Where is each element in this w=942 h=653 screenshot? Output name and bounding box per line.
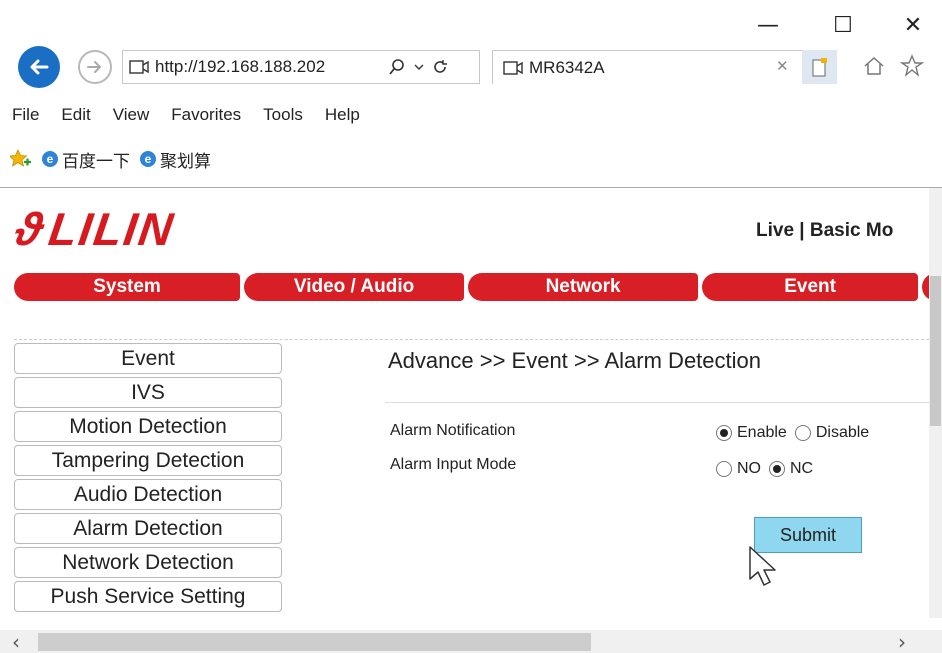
forward-arrow-icon xyxy=(87,61,101,73)
close-window-button[interactable]: ✕ xyxy=(893,10,933,40)
maximize-button[interactable]: ☐ xyxy=(823,10,863,40)
ie-icon: e xyxy=(140,151,156,167)
sidebar-item-alarm-detection[interactable]: Alarm Detection xyxy=(14,513,282,544)
favorites-star-icon[interactable] xyxy=(899,54,925,83)
lilin-logo: ϑLILIN xyxy=(12,203,178,255)
tab-video-audio[interactable]: Video / Audio xyxy=(244,273,465,301)
search-icon[interactable] xyxy=(388,58,406,76)
horizontal-scrollbar[interactable]: ‹ › xyxy=(0,630,942,653)
sidebar-item-push-service-setting[interactable]: Push Service Setting xyxy=(14,581,282,612)
sidebar-item-ivs[interactable]: IVS xyxy=(14,377,282,408)
vertical-scroll-thumb[interactable] xyxy=(930,276,941,426)
tab-network[interactable]: Network xyxy=(468,273,699,301)
alarm-notification-enable-label: Enable xyxy=(737,424,787,441)
ie-icon: e xyxy=(42,151,58,167)
menu-edit[interactable]: Edit xyxy=(61,105,90,125)
menu-tools[interactable]: Tools xyxy=(263,105,303,125)
vertical-scrollbar[interactable] xyxy=(929,188,942,618)
browser-tab[interactable]: MR6342A ✕ xyxy=(492,50,837,84)
favorite-link-baidu[interactable]: 百度一下 xyxy=(62,147,130,172)
dropdown-chevron-icon[interactable] xyxy=(414,63,424,71)
alarm-input-mode-no-label: NO xyxy=(737,460,761,477)
favorites-add-icon[interactable] xyxy=(10,149,32,169)
refresh-icon[interactable] xyxy=(432,59,448,75)
logo-mark-icon: ϑ xyxy=(12,203,49,255)
mouse-cursor-icon xyxy=(748,545,782,594)
back-button[interactable] xyxy=(18,46,60,88)
main-tabs: System Video / Audio Network Event xyxy=(14,273,942,301)
menu-file[interactable]: File xyxy=(12,105,39,125)
section-divider xyxy=(14,339,929,340)
alarm-notification-disable-radio[interactable] xyxy=(794,425,811,441)
alarm-input-mode-nc-label: NC xyxy=(790,460,814,477)
alarm-input-mode-radio-group: NO NC xyxy=(716,460,813,478)
alarm-input-mode-nc-radio[interactable] xyxy=(769,461,785,477)
sidebar-item-audio-detection[interactable]: Audio Detection xyxy=(14,479,282,510)
alarm-notification-enable-radio[interactable] xyxy=(716,425,732,441)
tab-event[interactable]: Event xyxy=(702,273,919,301)
tab-title: MR6342A xyxy=(529,57,605,77)
alarm-notification-radio-group: Enable Disable xyxy=(716,424,869,442)
address-url[interactable]: http://192.168.188.202 xyxy=(155,57,380,77)
tab-page-icon xyxy=(503,60,523,75)
home-icon[interactable] xyxy=(862,54,886,83)
top-links[interactable]: Live | Basic Mo xyxy=(756,220,893,242)
forward-button[interactable] xyxy=(78,50,112,84)
tab-system[interactable]: System xyxy=(14,273,241,301)
address-bar[interactable]: http://192.168.188.202 xyxy=(122,50,480,84)
minimize-button[interactable]: — xyxy=(748,10,788,40)
scroll-left-arrow-icon[interactable]: ‹ xyxy=(12,630,20,653)
alarm-input-mode-label: Alarm Input Mode xyxy=(390,456,517,473)
sidebar-item-motion-detection[interactable]: Motion Detection xyxy=(14,411,282,442)
scroll-right-arrow-icon[interactable]: › xyxy=(898,630,906,653)
tab-close-icon[interactable]: ✕ xyxy=(776,57,789,75)
menu-view[interactable]: View xyxy=(113,105,150,125)
sidebar-item-event[interactable]: Event xyxy=(14,343,282,374)
horizontal-scroll-thumb[interactable] xyxy=(38,633,591,651)
browser-window: — ☐ ✕ http://192.168.188.202 MR6342A ✕ F… xyxy=(0,0,942,653)
new-tab-button[interactable] xyxy=(802,50,837,84)
alarm-notification-disable-label: Disable xyxy=(815,424,870,441)
breadcrumb-divider xyxy=(385,402,930,403)
new-tab-icon xyxy=(812,58,827,77)
page-icon xyxy=(129,60,149,74)
back-arrow-icon xyxy=(30,59,49,75)
alarm-notification-label: Alarm Notification xyxy=(390,422,516,439)
sidebar-item-tampering-detection[interactable]: Tampering Detection xyxy=(14,445,282,476)
alarm-input-mode-no-radio[interactable] xyxy=(716,461,732,477)
sidebar-item-network-detection[interactable]: Network Detection xyxy=(14,547,282,578)
web-page: ϑLILIN Live | Basic Mo System Video / Au… xyxy=(0,188,942,653)
menu-bar: File Edit View Favorites Tools Help xyxy=(12,105,382,125)
event-sidebar: Event IVS Motion Detection Tampering Det… xyxy=(14,343,282,615)
favorites-bar: e 百度一下 e 聚划算 xyxy=(10,144,211,174)
breadcrumb: Advance >> Event >> Alarm Detection xyxy=(388,348,762,373)
menu-help[interactable]: Help xyxy=(325,105,360,125)
menu-favorites[interactable]: Favorites xyxy=(171,105,241,125)
favorite-link-juhuasuan[interactable]: 聚划算 xyxy=(160,147,211,172)
